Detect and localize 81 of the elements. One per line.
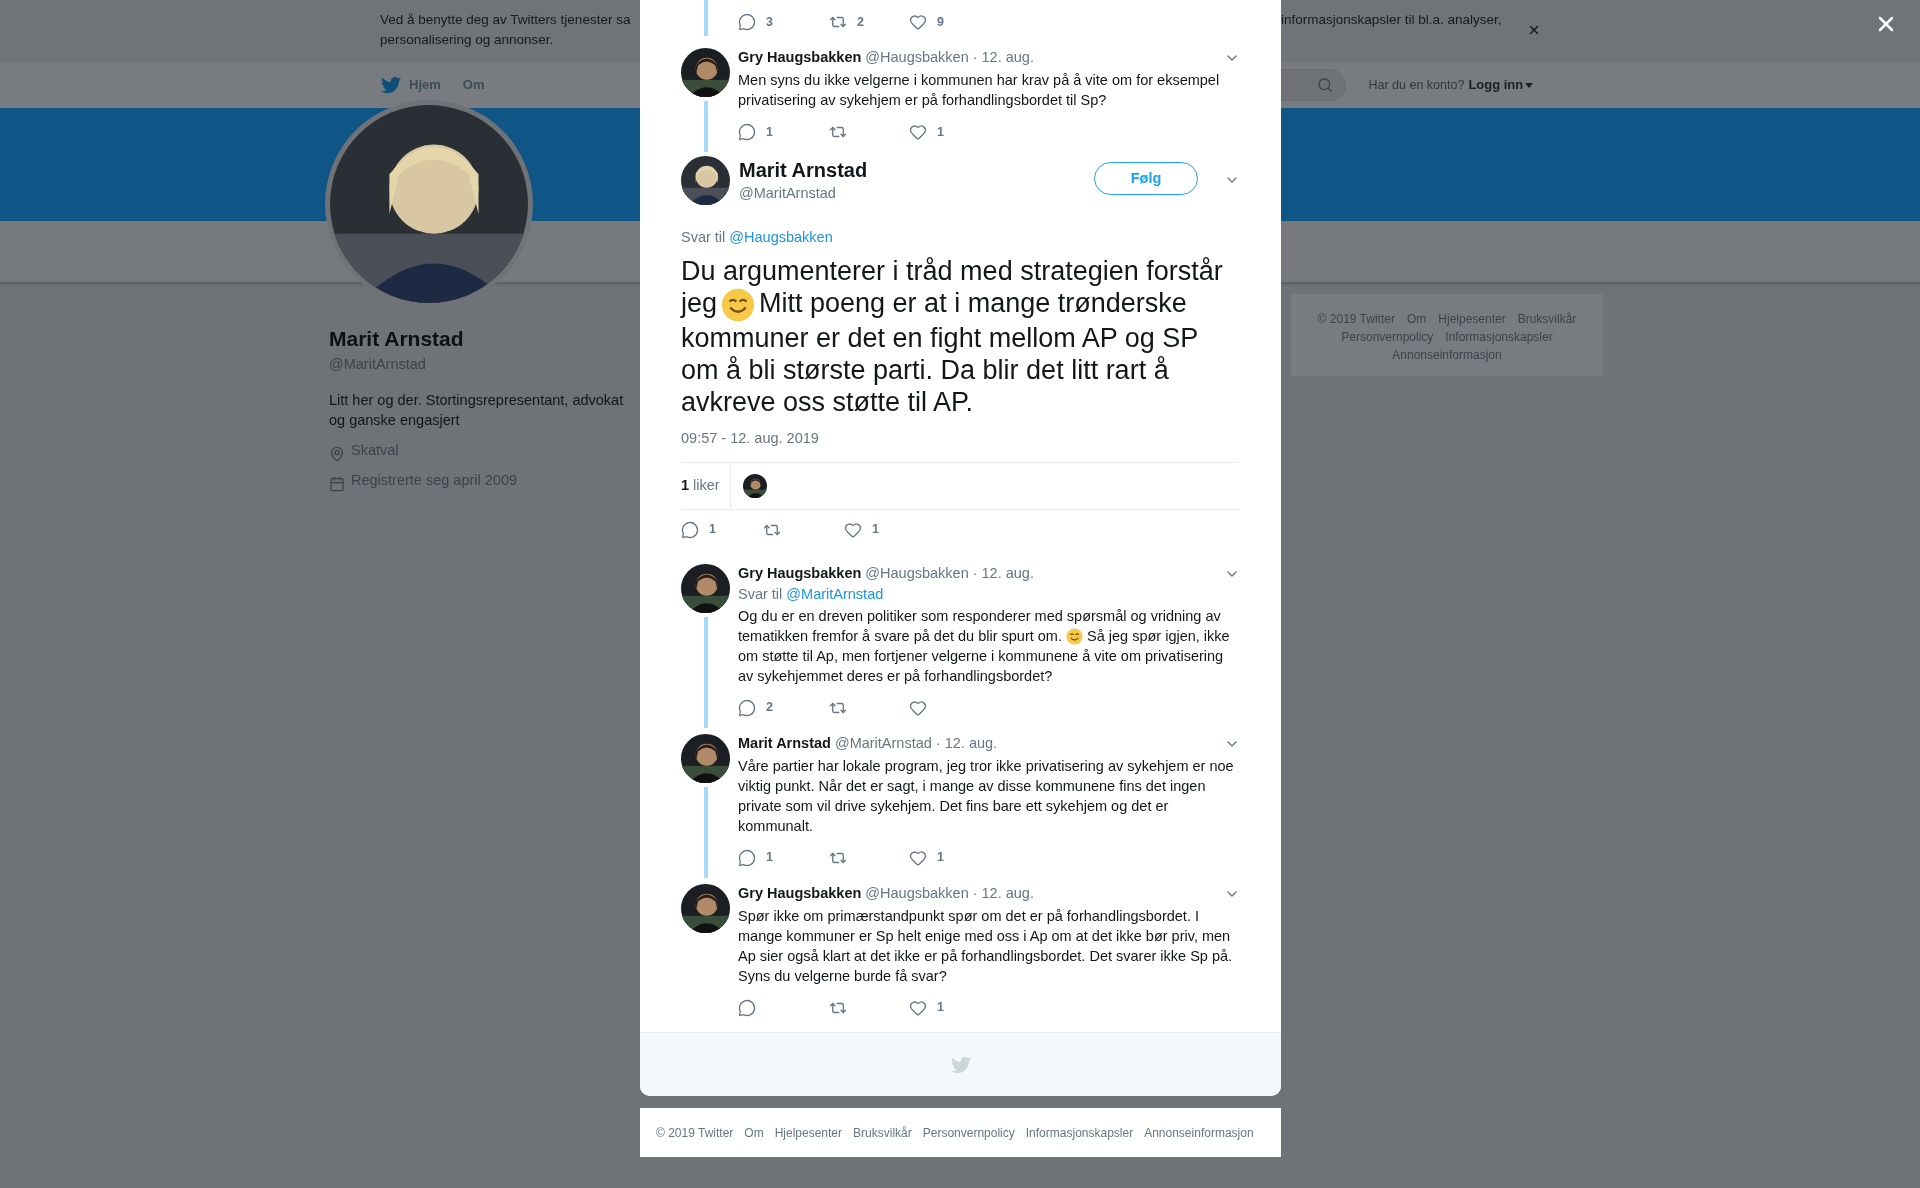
like-icon <box>844 520 862 539</box>
bird-icon <box>381 75 401 95</box>
reply-to-label: Svar til <box>681 229 726 245</box>
author-handle[interactable]: @MaritArnstad <box>739 183 1094 205</box>
login-button[interactable]: Logg inn <box>1468 75 1534 95</box>
footer-link[interactable]: © 2019 Twitter <box>656 1123 734 1142</box>
footer-link[interactable]: Om <box>744 1123 764 1142</box>
tweet-date[interactable]: · 12. aug. <box>972 882 1034 905</box>
like-icon <box>909 998 927 1017</box>
reply-icon <box>738 123 756 141</box>
footer-link[interactable]: Bruksvilkår <box>853 1123 912 1142</box>
account-prompt: Har du en konto? <box>1368 76 1465 94</box>
bird-icon <box>950 1054 971 1075</box>
footer-link[interactable]: Annonseinformasjon <box>1144 1123 1254 1142</box>
author-name[interactable]: Marit Arnstad <box>739 157 1094 183</box>
footer-link[interactable]: Hjelpesenter <box>774 1123 843 1142</box>
cookie-notice-text: informasjonskapsler til bl.a. analyser, <box>1281 11 1503 29</box>
cookie-notice-text: Ved å benytte deg av Twitters tjenester sa <box>380 11 631 29</box>
likes-label[interactable]: liker <box>693 474 720 497</box>
author-name[interactable]: Marit Arnstad <box>738 732 831 755</box>
author-name[interactable]: Gry Haugsbakken <box>738 47 862 69</box>
footer-link[interactable]: Personvernpolicy <box>922 1123 1015 1142</box>
author-handle[interactable]: @Haugsbakken <box>865 562 969 585</box>
calendar-icon <box>329 475 345 492</box>
like-button[interactable]: 1 <box>909 122 944 142</box>
like-button[interactable]: 1 <box>909 848 944 867</box>
smiling-emoji-icon <box>1066 628 1083 646</box>
like-icon <box>909 848 927 867</box>
tweet-text: Spør ikke om primærstandpunkt spør om det er på forhandlingsbordet. I mange kommuner er Sp helt enige med oss i Ap om at det ikke bør priv, men Ap sier også klart at det ikke er på forhandlingsbordet. Det svarer ikke Sp på. Syns du velgerne burde få svar? <box>738 906 1234 986</box>
author-name[interactable]: Gry Haugsbakken <box>738 882 862 905</box>
footer-link[interactable]: Personvernpolicy <box>1341 328 1434 346</box>
tweet-date[interactable]: · 12. aug. <box>972 562 1034 585</box>
tweet-date[interactable]: · 12. aug. <box>935 732 998 755</box>
like-button[interactable]: 1 <box>844 520 879 539</box>
like-icon <box>909 13 927 31</box>
reply-button[interactable]: 1 <box>738 122 773 142</box>
footer-link[interactable]: Informasjonskapsler <box>1025 1123 1134 1142</box>
reply-to-label: Svar til <box>738 585 783 602</box>
author-name[interactable]: Gry Haugsbakken <box>738 562 862 585</box>
footer-link[interactable]: © 2019 Twitter <box>1317 310 1395 328</box>
likes-count[interactable]: 1 <box>681 474 690 497</box>
like-icon <box>909 123 927 141</box>
footer-link[interactable]: Hjelpesenter <box>1438 310 1506 328</box>
footer-link[interactable]: Annonseinformasjon <box>1392 346 1502 364</box>
reply-button[interactable]: 1 <box>738 848 773 867</box>
close-icon[interactable] <box>1527 23 1541 37</box>
mention-link[interactable]: @Haugsbakken <box>729 229 833 245</box>
reply-icon <box>738 13 756 31</box>
footer-link[interactable]: Informasjonskapsler <box>1445 328 1553 346</box>
profile-bio: Litt her og der. Stortingsrepresentant, advokat og ganske engasjert <box>329 390 625 430</box>
like-icon <box>909 698 927 717</box>
reply-button[interactable]: 2 <box>738 698 773 717</box>
location-pin-icon <box>329 445 345 462</box>
tweet-date[interactable]: · 12. aug. <box>972 47 1034 69</box>
reply-icon <box>738 848 756 867</box>
reply-button[interactable]: 3 <box>738 12 773 32</box>
search-icon <box>1317 77 1334 93</box>
cookie-notice-text: personalisering og annonser. <box>380 31 554 49</box>
reply-icon <box>681 520 699 539</box>
author-handle[interactable]: @Haugsbakken <box>865 882 969 905</box>
retweet-button[interactable]: 2 <box>829 12 864 32</box>
reply-button[interactable]: 1 <box>681 520 716 539</box>
smiling-emoji-icon <box>721 287 756 322</box>
caret-icon <box>1525 82 1534 88</box>
tweet-timestamp[interactable]: 09:57 - 12. aug. 2019 <box>681 427 1240 450</box>
tweet-text: Og du er en dreven politiker som responderer med spørsmål og vridning av tematikken fremfor å svare på det du blir spurt om. Så jeg spør igjen, ikke om støtte til Ap, men fortjener velgerne i kommunene å vite om privatisering av sykehjemmet deres er på forhandlingsbordet? <box>738 606 1231 686</box>
tweet-text: Våre partier har lokale program, jeg tror ikke privatisering av sykehjem er noe viktig punkt. Når det er sagt, i mange av disse kommunene fins det ingen private som vil drive sykehjem. Det fins bare ett sykehjem og det er kommunalt. <box>738 756 1235 836</box>
like-button[interactable]: 9 <box>909 12 944 32</box>
like-button[interactable] <box>909 698 927 717</box>
tweet-text: Men syns du ikke velgerne i kommunen har krav på å vite om for eksempel privatisering av sykehjem er på forhandlingsbordet til Sp? <box>738 71 1221 110</box>
like-button[interactable]: 1 <box>909 998 944 1017</box>
footer-link[interactable]: Om <box>1406 310 1427 328</box>
mention-link[interactable]: @MaritArnstad <box>786 585 884 602</box>
author-handle[interactable]: @Haugsbakken <box>865 47 969 69</box>
footer-link[interactable]: Bruksvilkår <box>1517 310 1577 328</box>
reply-icon <box>738 698 756 717</box>
reply-icon <box>738 998 756 1017</box>
profile-name[interactable]: Marit Arnstad <box>329 326 629 352</box>
tweet-text: Du argumenterer i tråd med strategien forstår jeg Mitt poeng er at i mange trønderske kommuner er det en fight mellom AP og SP om å bli største parti. Da blir det litt rart å avkreve oss støtte til AP. <box>681 255 1224 418</box>
author-handle[interactable]: @MaritArnstad <box>834 732 932 755</box>
reply-button[interactable] <box>738 998 756 1017</box>
